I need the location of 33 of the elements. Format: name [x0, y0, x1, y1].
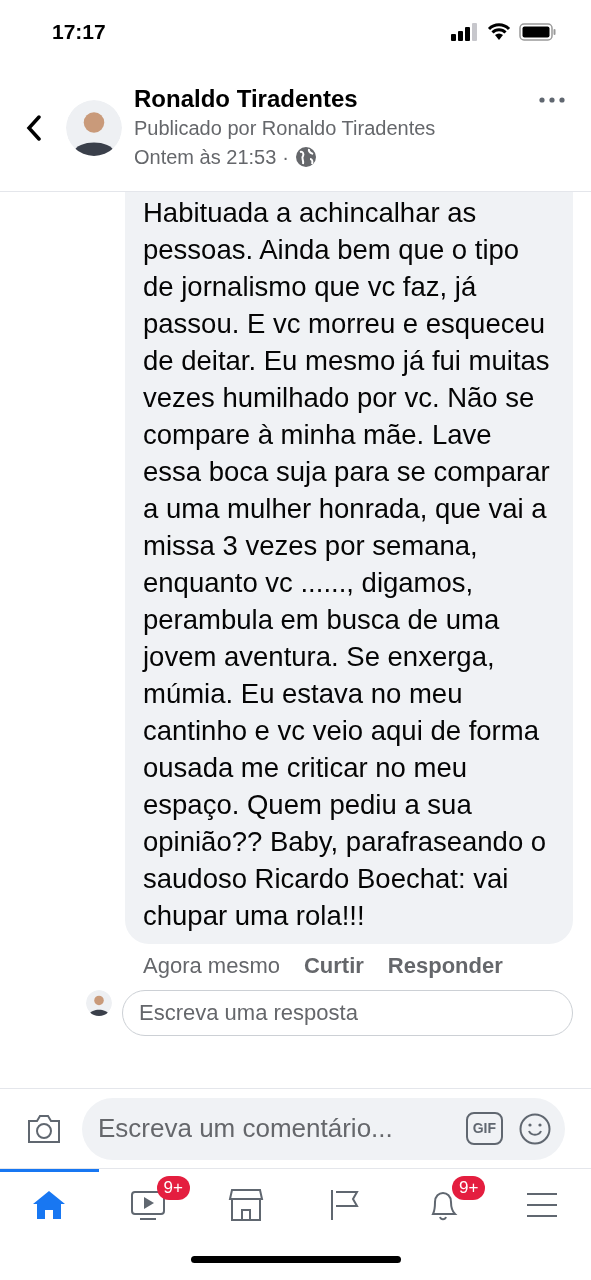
flag-icon [328, 1188, 361, 1222]
video-icon [129, 1189, 166, 1221]
wifi-icon [487, 23, 511, 41]
nav-tab[interactable]: 9+ [98, 1169, 197, 1238]
globe-icon [295, 145, 317, 168]
avatar-icon [86, 990, 112, 1016]
battery-icon [519, 23, 557, 41]
separator: · [282, 144, 289, 170]
menu-icon [525, 1191, 558, 1219]
comment-action[interactable]: Responder [387, 948, 503, 982]
author-name[interactable]: Ronaldo Tiradentes [134, 83, 537, 114]
nav-tab[interactable]: 9+ [394, 1169, 493, 1238]
comment-action[interactable]: Curtir [303, 948, 364, 982]
reply-placeholder: Escreva uma resposta [139, 1000, 358, 1025]
more-icon [539, 97, 565, 103]
gif-button[interactable]: GIF [465, 1112, 503, 1145]
comment-field[interactable]: Escreva um comentário... GIF [82, 1097, 565, 1160]
post-subtitle: Publicado por Ronaldo Tiradentes [134, 115, 437, 141]
emoji-icon [519, 1112, 551, 1145]
comment-time: Agora mesmo [143, 951, 280, 980]
signal-icon [451, 23, 479, 41]
back-button[interactable] [24, 112, 44, 143]
notification-badge: 9+ [452, 1176, 486, 1200]
post-time: Ontem às 21:53 [134, 144, 277, 170]
notification-badge: 9+ [156, 1176, 190, 1200]
comment-text: Habituada a achincalhar as pessoas. Ainda bem que o tipo de jornalismo que vc faz, já passou. E vc morreu e esqueceu de deitar. Eu mesmo já fui muitas vezes humilhado por vc. Não se compare à minha mãe. Lave essa boca suja para se comparar a uma mulher honrada, que vai a missa 3 vezes por semana, enquanto vc ......, digamos, perambula em busca de uma jovem aventura. Se enxerga, múmia. Eu estava no meu cantinho e vc veio aqui de forma ousada me criticar no meu espaço. Quem pediu a sua opinião?? Baby, parafraseando o saudoso Ricardo Boechat: vai chupar uma rola!!! [143, 196, 551, 933]
back-icon [26, 114, 42, 141]
clock: 17:17 [52, 19, 106, 46]
home-icon [32, 1189, 67, 1221]
comment-placeholder: Escreva um comentário... [98, 1112, 394, 1145]
camera-icon [26, 1112, 62, 1145]
avatar-icon [66, 99, 122, 156]
store-icon [228, 1188, 265, 1222]
